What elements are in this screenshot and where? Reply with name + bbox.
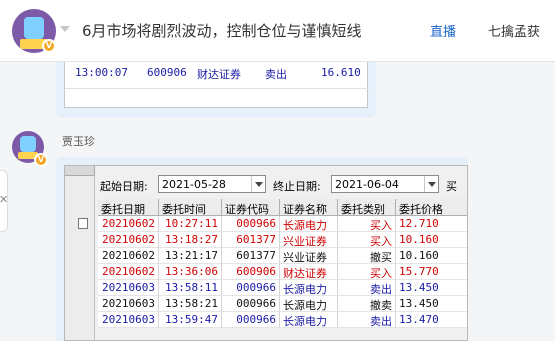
chevron-down-icon[interactable] (60, 26, 70, 32)
cell-code: 601377 (222, 248, 280, 264)
cell-name: 兴业证券 (280, 248, 338, 264)
start-date-value: 2021-05-28 (162, 178, 226, 191)
cell-name: 兴业证券 (280, 232, 338, 248)
cell-type: 撤买 (338, 248, 396, 264)
cell-time: 13:36:06 (159, 264, 222, 280)
cell-type: 买入 (338, 232, 396, 248)
cell-type: 撤卖 (338, 296, 396, 312)
cell-time: 13:59:47 (159, 312, 222, 328)
cell-code: 600906 (147, 66, 187, 79)
avatar-screen-shape (20, 136, 36, 152)
start-date-label: 起始日期: (100, 180, 148, 193)
cell-name: 长源电力 (280, 216, 338, 232)
row-selector-column (65, 176, 95, 340)
side-collapse-handle[interactable]: ✕ (0, 170, 8, 232)
chevron-down-icon[interactable] (424, 176, 438, 192)
buy-filter-label[interactable]: 买 (446, 178, 457, 194)
window-tab (65, 166, 95, 176)
cell-type: 卖出 (338, 312, 396, 328)
table-row[interactable]: 20210602 13:18:27 601377 兴业证券 买入 10.160 (98, 232, 467, 248)
table-row[interactable]: 20210603 13:58:11 000966 长源电力 卖出 13.450 (98, 280, 467, 296)
cell-code: 000966 (222, 312, 280, 328)
column-header-time[interactable]: 委托时间 (159, 199, 222, 216)
live-link[interactable]: 直播 (430, 21, 456, 40)
cell-code: 601377 (222, 232, 280, 248)
table-row[interactable]: 20210603 13:58:21 000966 长源电力 撤卖 13.450 (98, 296, 467, 312)
cell-date: 20210602 (98, 232, 159, 248)
chevron-down-icon[interactable] (251, 176, 265, 192)
user-name[interactable]: 七擒孟获 (488, 21, 540, 40)
avatar-screen-shape (24, 17, 44, 39)
cell-date: 20210602 (98, 216, 159, 232)
cell-date: 20210603 (98, 280, 159, 296)
cell-time: 13:58:21 (159, 296, 222, 312)
cell-name: 财达证券 (280, 264, 338, 280)
page-title: 6月市场将剧烈波动，控制仓位与谨慎短线 (82, 22, 362, 40)
orders-table: 委托日期 委托时间 证券代码 证券名称 委托类别 委托价格 20210602 10… (98, 199, 467, 340)
cell-date: 20210603 (98, 312, 159, 328)
divider (65, 88, 369, 89)
table-row: 13:00:07 600906 财达证券 卖出 16.610 (65, 66, 369, 82)
verified-badge-icon: V (42, 39, 56, 53)
cell-name: 长源电力 (280, 312, 338, 328)
column-header-price[interactable]: 委托价格 (396, 199, 467, 216)
cell-date: 20210603 (98, 296, 159, 312)
column-header-type[interactable]: 委托类别 (338, 199, 396, 216)
cell-price: 16.610 (321, 66, 361, 79)
cell-time: 13:58:11 (159, 280, 222, 296)
cell-date: 20210602 (98, 264, 159, 280)
cell-price: 13.450 (396, 296, 467, 312)
cell-name: 长源电力 (280, 280, 338, 296)
select-all-checkbox[interactable] (78, 218, 88, 229)
cell-price: 13.450 (396, 280, 467, 296)
column-header-date[interactable]: 委托日期 (98, 199, 159, 216)
end-date-value: 2021-06-04 (335, 178, 399, 191)
date-filter: 起始日期: 2021-05-28 终止日期: 2021-06-04 买 (100, 175, 467, 195)
cell-price: 12.710 (396, 216, 467, 232)
column-header-name[interactable]: 证券名称 (280, 199, 338, 216)
start-date-picker[interactable]: 2021-05-28 (158, 175, 266, 193)
table-row[interactable]: 20210603 13:59:47 000966 长源电力 卖出 13.470 (98, 312, 467, 328)
screenshot-window: 起始日期: 2021-05-28 终止日期: 2021-06-04 买 委托日期… (64, 165, 468, 341)
cell-time: 13:18:27 (159, 232, 222, 248)
message-bubble: 起始日期: 2021-05-28 终止日期: 2021-06-04 买 委托日期… (56, 157, 468, 341)
cell-type: 卖出 (265, 68, 287, 81)
cell-price: 10.160 (396, 232, 467, 248)
cell-code: 000966 (222, 280, 280, 296)
column-header-code[interactable]: 证券代码 (222, 199, 280, 216)
cell-time: 13:21:17 (159, 248, 222, 264)
close-icon[interactable]: ✕ (0, 193, 8, 206)
cell-type: 买入 (338, 264, 396, 280)
cell-name: 财达证券 (197, 68, 241, 81)
cell-code: 000966 (222, 296, 280, 312)
end-date-label: 终止日期: (273, 180, 321, 193)
cell-type: 买入 (338, 216, 396, 232)
cell-price: 13.470 (396, 312, 467, 328)
cell-price: 10.160 (396, 248, 467, 264)
table-row[interactable]: 20210602 10:27:11 000966 长源电力 买入 12.710 (98, 216, 467, 232)
top-bar: V 6月市场将剧烈波动，控制仓位与谨慎短线 直播 七擒孟获 (0, 0, 555, 62)
cell-date: 20210602 (98, 248, 159, 264)
screenshot-table-fragment: 13:00:07 600906 财达证券 卖出 16.610 (64, 62, 369, 108)
cell-name: 长源电力 (280, 296, 338, 312)
end-date-picker[interactable]: 2021-06-04 (331, 175, 439, 193)
table-row[interactable]: 20210602 13:36:06 600906 财达证券 买入 15.770 (98, 264, 467, 280)
message-bubble: 13:00:07 600906 财达证券 卖出 16.610 (56, 62, 376, 118)
cell-code: 600906 (222, 264, 280, 280)
commenter-name[interactable]: 贾玉珍 (62, 133, 95, 149)
cell-code: 000966 (222, 216, 280, 232)
table-row[interactable]: 20210602 13:21:17 601377 兴业证券 撤买 10.160 (98, 248, 467, 264)
cell-type: 卖出 (338, 280, 396, 296)
verified-badge-icon: V (34, 153, 48, 167)
cell-price: 15.770 (396, 264, 467, 280)
cell-time: 10:27:11 (159, 216, 222, 232)
cell-time: 13:00:07 (75, 66, 128, 79)
